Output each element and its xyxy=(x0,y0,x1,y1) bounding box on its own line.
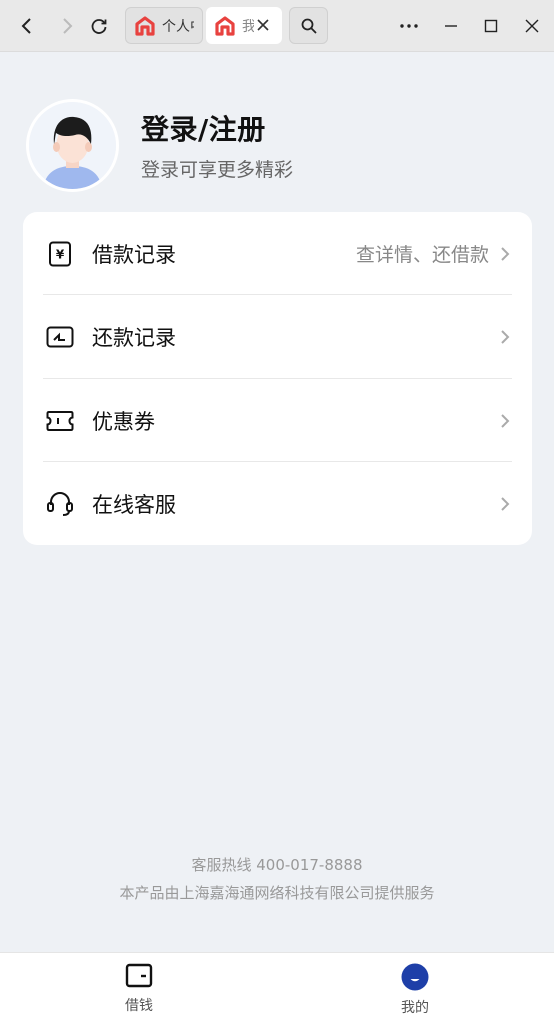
bottom-navigation: 借钱 我的 xyxy=(0,952,554,1026)
nav-item-label: 借钱 xyxy=(125,998,153,1014)
reload-icon xyxy=(91,19,107,34)
search-icon xyxy=(301,18,317,34)
reload-button[interactable] xyxy=(83,10,115,42)
tab-close-icon[interactable] xyxy=(254,16,272,34)
avatar[interactable] xyxy=(26,99,119,192)
close-window-button[interactable] xyxy=(516,10,548,42)
menu-item-coupons[interactable]: 优惠券 xyxy=(23,379,532,462)
chevron-right-icon xyxy=(501,496,510,511)
minimize-button[interactable] xyxy=(435,10,467,42)
tab-title: 我的 xyxy=(242,18,254,35)
menu-item-loan-records[interactable]: ¥ 借款记录 查详情、还借款 xyxy=(23,212,532,295)
menu-item-label: 还款记录 xyxy=(92,325,176,350)
menu-card: ¥ 借款记录 查详情、还借款 还款记录 优惠券 在线客服 xyxy=(23,212,532,545)
brand-logo-icon xyxy=(135,15,155,36)
headset-icon xyxy=(46,490,74,518)
nav-item-label: 我的 xyxy=(401,1000,429,1016)
back-button[interactable] xyxy=(11,10,43,42)
more-button[interactable] xyxy=(393,10,425,42)
forward-button[interactable] xyxy=(51,10,83,42)
wallet-icon xyxy=(125,963,153,988)
back-icon xyxy=(21,18,31,34)
repay-record-icon xyxy=(46,323,74,351)
customer-service-hotline: 客服热线 400-017-8888 xyxy=(191,856,363,874)
menu-item-label: 在线客服 xyxy=(92,492,176,517)
search-tab-button[interactable] xyxy=(289,7,328,44)
forward-icon xyxy=(63,18,73,34)
maximize-button[interactable] xyxy=(475,10,507,42)
tab-title: 个人中心 xyxy=(162,18,194,35)
menu-item-label: 借款记录 xyxy=(92,242,176,267)
menu-item-hint: 查详情、还借款 xyxy=(355,244,489,266)
menu-item-online-service[interactable]: 在线客服 xyxy=(23,462,532,545)
nav-item-mine[interactable]: 我的 xyxy=(375,963,455,1023)
login-register-title[interactable]: 登录/注册 xyxy=(141,108,266,148)
chevron-right-icon xyxy=(501,413,510,428)
loan-record-icon: ¥ xyxy=(46,240,74,268)
more-icon xyxy=(400,24,418,28)
menu-item-label: 优惠券 xyxy=(92,409,155,434)
maximize-icon xyxy=(484,19,498,33)
tab-mine[interactable]: 我的 xyxy=(206,7,282,44)
coupon-icon xyxy=(46,407,74,435)
minimize-icon xyxy=(445,25,457,27)
login-subtitle: 登录可享更多精彩 xyxy=(141,159,294,181)
chevron-right-icon xyxy=(501,329,510,344)
svg-text:¥: ¥ xyxy=(56,247,65,261)
nav-item-borrow[interactable]: 借钱 xyxy=(99,963,179,1023)
brand-logo-icon xyxy=(215,15,235,36)
chevron-right-icon xyxy=(501,246,510,261)
tab-personal-center[interactable]: 个人中心 xyxy=(125,7,203,44)
profile-face-icon xyxy=(401,963,429,991)
company-disclaimer: 本产品由上海嘉海通网络科技有限公司提供服务 xyxy=(119,884,435,902)
close-icon xyxy=(525,19,539,33)
user-avatar-icon xyxy=(29,102,116,189)
browser-toolbar: 个人中心 我的 xyxy=(0,0,554,52)
menu-item-repayment-records[interactable]: 还款记录 xyxy=(23,295,532,378)
